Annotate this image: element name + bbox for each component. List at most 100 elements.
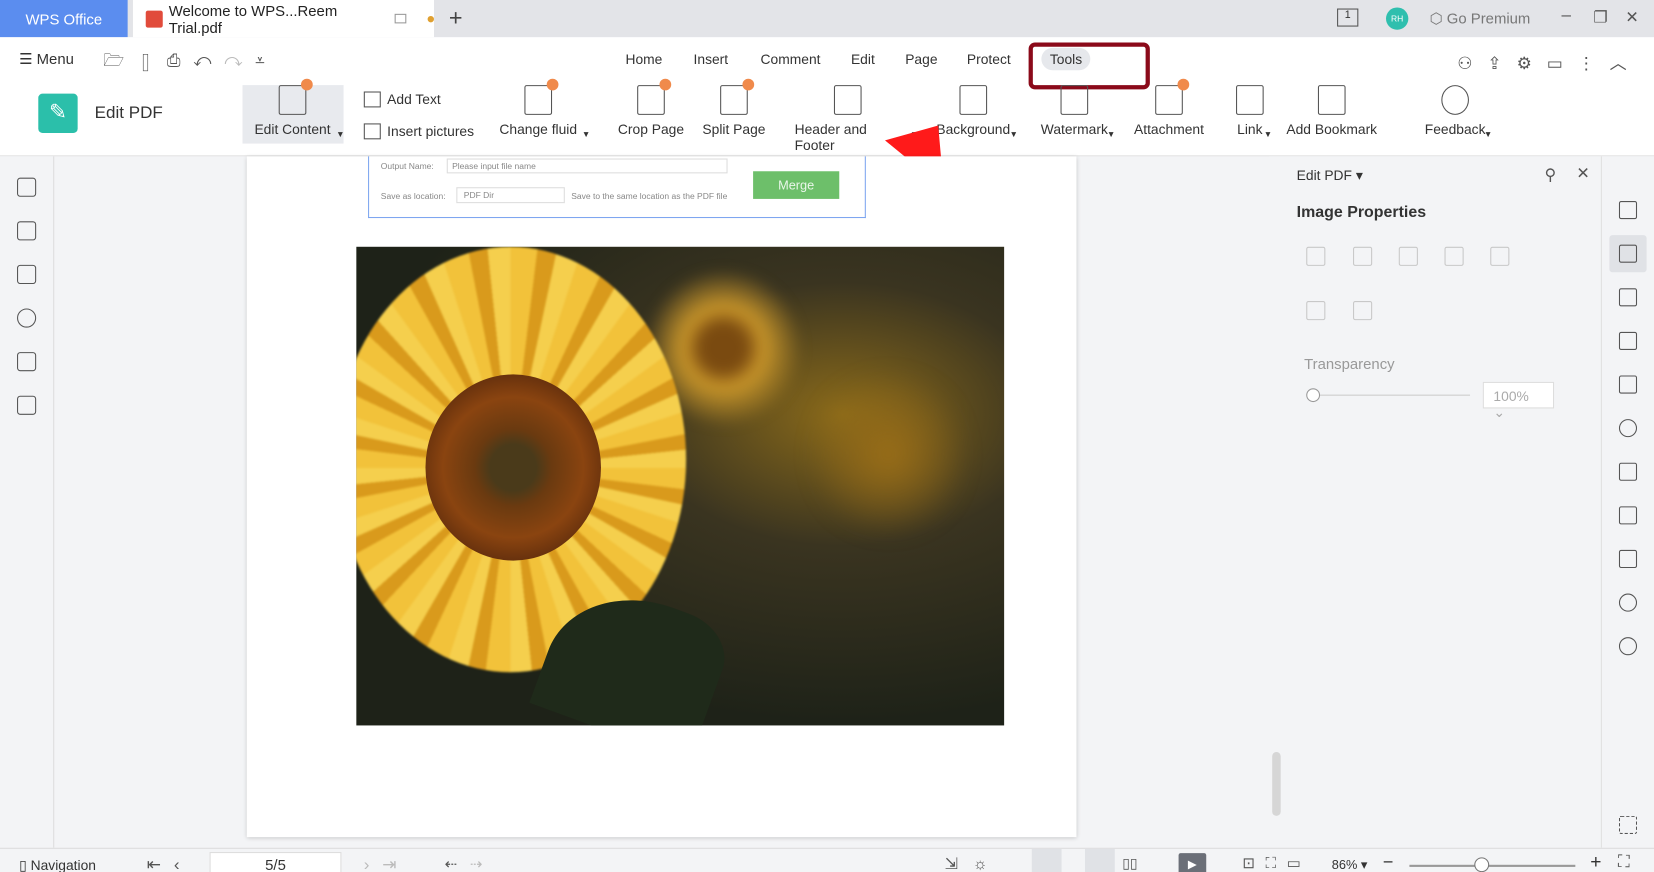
tab-home[interactable]: Home <box>625 51 662 67</box>
eye-protect-icon[interactable]: ☼ <box>973 855 1003 872</box>
undo-icon[interactable]: ↶ <box>193 52 224 70</box>
help-icon[interactable] <box>1618 637 1638 656</box>
sign-icon[interactable] <box>1618 419 1638 438</box>
customize-chevron-icon[interactable]: ⩡ <box>255 52 277 70</box>
ribbon-watermark-button[interactable]: Watermark ▼ <box>1021 85 1127 139</box>
page-number-input[interactable]: 5/5 <box>209 852 342 872</box>
collapse-ribbon-icon[interactable]: ︿ <box>1610 55 1642 73</box>
ribbon-item-label: Change fluid <box>499 121 578 138</box>
tab-protect[interactable]: Protect <box>967 51 1011 67</box>
comment-icon[interactable]: ▭ <box>1547 55 1578 73</box>
crop-icon[interactable] <box>1353 246 1373 266</box>
menu-button[interactable]: ☰ Menu <box>19 50 74 68</box>
transparency-slider[interactable] <box>1312 394 1471 396</box>
navigation-button[interactable]: ▯ Navigation <box>19 857 96 872</box>
ocr-icon[interactable] <box>1618 375 1638 394</box>
last-page-icon[interactable]: ⇥ <box>382 856 409 872</box>
ribbon-item-label: Crop Page <box>617 121 685 138</box>
rotate-right-icon[interactable] <box>1490 246 1510 266</box>
send-backward-icon[interactable] <box>1353 301 1373 321</box>
ribbon-split-page-button[interactable]: Split Page <box>681 78 787 137</box>
sunflower-image[interactable] <box>356 246 1005 726</box>
panel-header-dropdown[interactable]: Edit PDF ▾ <box>1297 167 1363 184</box>
scrollbar-thumb[interactable] <box>1272 752 1281 816</box>
fullscreen-icon[interactable]: ⛶ <box>1618 853 1630 872</box>
comment-icon[interactable] <box>17 264 37 285</box>
replace-image-icon[interactable] <box>1398 246 1418 266</box>
continuous-scroll-icon[interactable] <box>1031 848 1062 872</box>
print-icon[interactable] <box>1618 506 1638 525</box>
convert-icon[interactable] <box>1618 288 1638 307</box>
ribbon-add-bookmark-button[interactable]: Add Bookmark <box>1279 85 1385 137</box>
forward-view-icon[interactable]: ⇢ <box>470 855 495 872</box>
sign-pen-icon[interactable] <box>17 395 37 415</box>
tab-insert[interactable]: Insert <box>694 51 729 67</box>
transparency-slider-handle[interactable] <box>1306 388 1321 403</box>
single-page-icon[interactable] <box>1084 848 1115 872</box>
ribbon-edit-content-button[interactable]: Edit Content ▼ <box>239 78 345 139</box>
next-page-icon[interactable]: › <box>364 856 382 872</box>
book-icon[interactable] <box>1618 549 1638 569</box>
ribbon-insert-pictures-button[interactable]: Insert pictures <box>363 123 474 140</box>
pin-icon[interactable]: ⚲ <box>1544 165 1556 184</box>
first-page-icon[interactable]: ⇤ <box>147 856 174 872</box>
thumbnail-image-icon[interactable] <box>17 221 37 241</box>
user-avatar[interactable]: RH <box>1386 7 1409 30</box>
fit-page-icon[interactable]: ⛶ <box>1266 854 1287 871</box>
output-name-field[interactable]: Please input file name <box>446 158 728 174</box>
document-scrollbar[interactable] <box>1268 156 1285 848</box>
go-premium-button[interactable]: ⬡ Go Premium <box>1430 10 1531 28</box>
zoom-in-button[interactable]: + <box>1590 851 1601 872</box>
form-icon[interactable] <box>1618 331 1638 350</box>
tab-comment[interactable]: Comment <box>761 51 821 67</box>
print-icon[interactable]: ⎙ <box>167 52 193 70</box>
flip-icon[interactable] <box>1306 246 1326 266</box>
tab-edit[interactable]: Edit <box>851 51 875 67</box>
document-icon[interactable] <box>1618 201 1638 220</box>
minimize-button[interactable]: – <box>1562 6 1571 25</box>
grid-icon[interactable] <box>1618 815 1638 834</box>
share-user-icon[interactable]: ⚇ <box>1457 55 1487 73</box>
zoom-out-button[interactable]: − <box>1383 852 1394 872</box>
actual-size-icon[interactable]: ⊡ <box>1242 854 1265 871</box>
compare-icon[interactable] <box>1618 462 1638 481</box>
bookmark-icon[interactable] <box>17 177 37 197</box>
new-tab-button[interactable]: + <box>449 4 463 32</box>
open-folder-icon[interactable]: 🗁 <box>103 52 137 70</box>
merge-button[interactable]: Merge <box>753 171 840 199</box>
export-icon[interactable]: ⇪ <box>1487 55 1516 73</box>
redo-icon[interactable]: ↷ <box>224 52 255 70</box>
wps-office-tab[interactable]: WPS Office <box>0 0 128 38</box>
transparency-value-select[interactable]: 100% ⌄ <box>1482 381 1555 420</box>
play-slideshow-icon[interactable]: ▶ <box>1178 853 1207 872</box>
zoom-level-select[interactable]: 86% ▾ <box>1332 857 1368 872</box>
ribbon-change-fluid-button[interactable]: Change fluid ▼ <box>485 78 591 139</box>
more-icon[interactable]: ⋮ <box>1578 55 1610 73</box>
back-view-icon[interactable]: ⇠ <box>445 855 470 872</box>
panel-close-icon[interactable]: ✕ <box>1576 164 1589 183</box>
zoom-slider[interactable] <box>1409 864 1576 867</box>
zoom-slider-handle[interactable] <box>1474 857 1490 872</box>
document-tab[interactable]: Welcome to WPS...Reem Trial.pdf <box>132 0 434 38</box>
export-page-icon[interactable]: ⇲ <box>945 855 973 872</box>
prev-page-icon[interactable]: ‹ <box>174 856 192 872</box>
rotate-left-icon[interactable] <box>1444 246 1464 266</box>
save-location-hint: Save to the same location as the PDF fil… <box>571 191 728 202</box>
close-button[interactable]: ✕ <box>1625 7 1638 27</box>
save-location-label: Save as location: <box>380 191 446 202</box>
restore-button[interactable]: ❐ <box>1593 7 1607 27</box>
ribbon-feedback-button[interactable]: Feedback ▼ <box>1402 85 1508 139</box>
search-icon[interactable] <box>1618 593 1638 612</box>
signature-icon[interactable] <box>17 352 37 372</box>
window-count-button[interactable]: 1 <box>1337 8 1359 27</box>
fit-width-icon[interactable]: ▭ <box>1287 854 1312 871</box>
attachment-icon[interactable] <box>17 308 37 328</box>
edit-icon[interactable] <box>1618 244 1638 263</box>
save-location-select[interactable]: PDF Dir <box>456 187 565 204</box>
two-page-icon[interactable]: ▯▯ <box>1122 855 1137 872</box>
bring-forward-icon[interactable] <box>1306 301 1326 321</box>
settings-icon[interactable]: ⚙ <box>1517 55 1547 73</box>
ribbon-add-text-button[interactable]: Add Text <box>363 91 441 108</box>
tab-page[interactable]: Page <box>905 51 937 67</box>
save-icon[interactable]: ▯ <box>137 52 167 70</box>
